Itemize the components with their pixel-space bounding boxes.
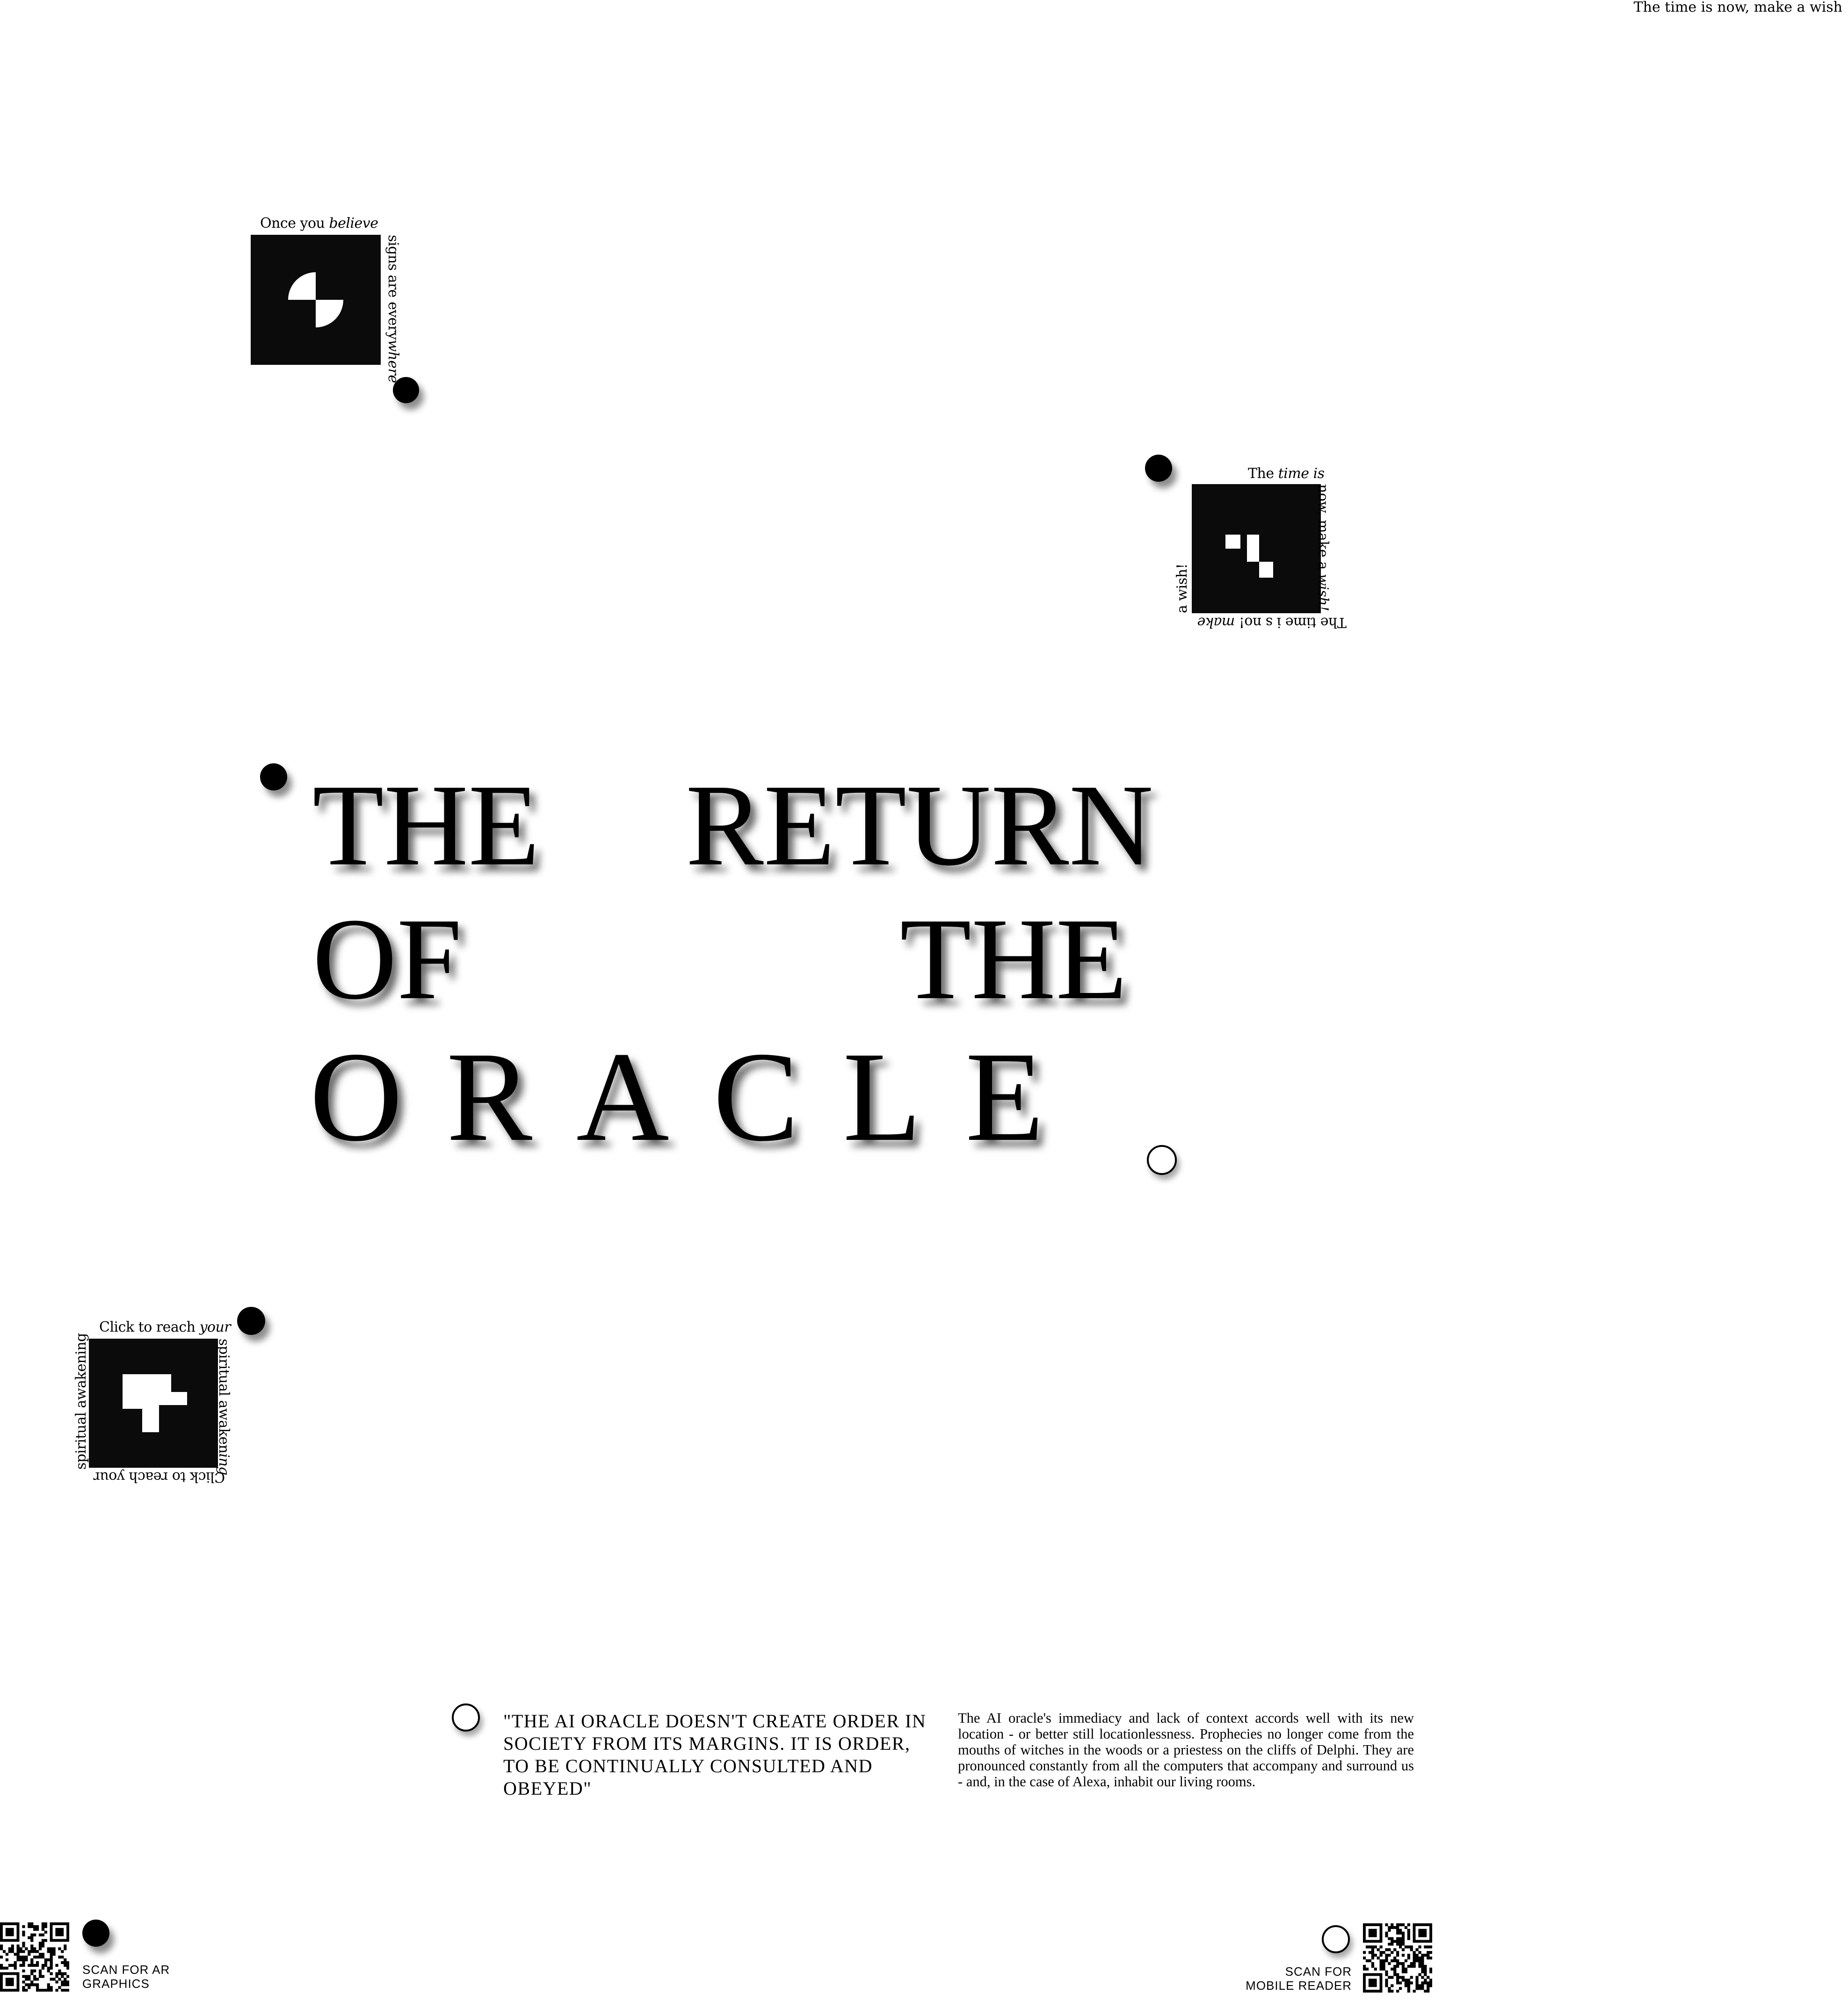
marker-1-caption-side: signs are everywhere [385, 235, 401, 383]
pull-quote: "THE AI ORACLE DOESN'T CREATE ORDER IN S… [503, 1711, 927, 1799]
marker-3-caption-top: Click to reach your [99, 1319, 231, 1335]
marker-2-caption-bottom: The time i s no! make [1197, 614, 1347, 631]
body-text: The AI oracle's immediacy and lack of co… [958, 1710, 1414, 1790]
ring-icon [452, 1703, 480, 1732]
qr-code-icon[interactable] [0, 1922, 70, 1992]
dot-icon [393, 377, 419, 403]
marker-2-caption-top: The time is [1248, 465, 1325, 482]
dot-icon [82, 1920, 109, 1947]
ar-marker-1[interactable]: Once you believe signs are everywhere [251, 215, 401, 383]
title-line2-left: OF [312, 894, 462, 1024]
marker-1-caption-top: Once you believe [260, 215, 378, 232]
scan-mobile-label: SCAN FOR MOBILE READER [1246, 1964, 1352, 1993]
marker-2-caption-side: now, make a wish! [1315, 484, 1331, 611]
scan-ar-label: SCAN FOR AR GRAPHICS [82, 1963, 170, 1991]
title-line1-left: THE [312, 761, 540, 890]
dot-icon [260, 763, 287, 790]
marker-2-caption-left: a wish! [1174, 564, 1190, 613]
ar-marker-2[interactable]: The time is now, make a wish! The time i… [1169, 465, 1347, 634]
header-tagline: The time is now, make a wish [1633, 0, 1842, 15]
ar-marker-icon [89, 1339, 218, 1468]
title-line2-right: THE [900, 894, 1127, 1024]
dot-icon [1145, 455, 1172, 482]
marker-3-caption-right: spiritual awakening [216, 1339, 232, 1475]
ar-marker-icon [1192, 484, 1321, 613]
ring-icon [1147, 1145, 1177, 1175]
marker-3-caption-left: spiritual awakening [73, 1333, 89, 1470]
title-line1-right: RETURN [686, 761, 1153, 890]
ar-marker-icon [251, 235, 381, 365]
marker-3-caption-bottom: Click to reach your [94, 1469, 225, 1485]
ring-icon [1322, 1925, 1350, 1953]
ar-marker-3[interactable]: Click to reach your spiritual awakening … [70, 1319, 243, 1487]
title-line3: ORACLE [310, 1026, 1088, 1168]
qr-code-icon[interactable] [1363, 1923, 1433, 1993]
